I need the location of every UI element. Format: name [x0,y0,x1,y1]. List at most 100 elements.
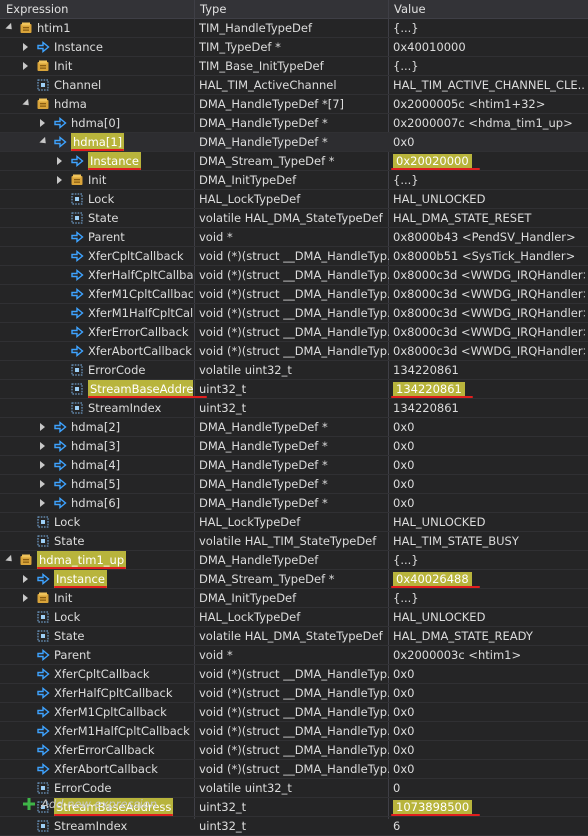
value-cell[interactable]: 0x0 [393,760,585,778]
tree-row[interactable]: Lock HAL_LockTypeDef HAL_UNLOCKED [0,608,588,627]
tree-row[interactable]: XferAbortCallback void (*)(struct __DMA_H… [0,342,588,361]
chevron-right-icon[interactable] [57,176,62,184]
tree-row[interactable]: Init DMA_InitTypeDef {...} [0,589,588,608]
value-cell[interactable]: 6 [393,817,585,835]
add-expression-label[interactable]: Add new expression [41,795,157,813]
tree-row[interactable]: StreamIndex uint32_t 6 [0,817,588,836]
tree-row[interactable]: Lock HAL_LockTypeDef HAL_UNLOCKED [0,190,588,209]
value-cell[interactable]: 0x0 [393,133,585,151]
value-cell[interactable]: HAL_UNLOCKED [393,190,585,208]
tree-row[interactable]: XferM1HalfCpltCall void (*)(struct __DMA_… [0,304,588,323]
tree-row[interactable]: XferM1CpltCallback void (*)(struct __DMA_… [0,285,588,304]
tree-row[interactable]: XferCpltCallback void (*)(struct __DMA_Ha… [0,665,588,684]
chevron-right-icon[interactable] [40,442,45,450]
column-header-type[interactable]: Type [194,0,226,18]
tree-row[interactable]: Init DMA_InitTypeDef {...} [0,171,588,190]
chevron-down-icon[interactable] [22,98,32,109]
tree-row[interactable]: XferM1HalfCpltCallback void (*)(struct __… [0,722,588,741]
chevron-right-icon[interactable] [40,480,45,488]
chevron-right-icon[interactable] [40,499,45,507]
tree-row[interactable]: Instance DMA_Stream_TypeDef * 0x40026488 [0,570,588,589]
tree-row[interactable]: hdma[5] DMA_HandleTypeDef * 0x0 [0,475,588,494]
chevron-right-icon[interactable] [23,43,28,51]
value-cell[interactable]: {...} [393,57,585,75]
value-cell[interactable]: {...} [393,589,585,607]
value-cell[interactable]: {...} [393,171,585,189]
value-cell[interactable]: 0x0 [393,741,585,759]
value-cell[interactable]: 0x0 [393,475,585,493]
value-cell[interactable]: HAL_DMA_STATE_RESET [393,209,585,227]
value-cell[interactable]: 0x8000c3d <WWDG_IRQHandler> [393,285,585,303]
tree-row[interactable]: Init TIM_Base_InitTypeDef {...} [0,57,588,76]
value-cell[interactable]: {...} [393,551,585,569]
chevron-right-icon[interactable] [40,423,45,431]
chevron-right-icon[interactable] [23,575,28,583]
tree-row[interactable]: hdma[6] DMA_HandleTypeDef * 0x0 [0,494,588,513]
tree-row[interactable]: hdma[0] DMA_HandleTypeDef * 0x2000007c <hd… [0,114,588,133]
tree-row[interactable]: Parent void * 0x8000b43 <PendSV_Handler> [0,228,588,247]
tree-row[interactable]: hdma[3] DMA_HandleTypeDef * 0x0 [0,437,588,456]
tree-row[interactable]: Instance DMA_Stream_TypeDef * 0x20020000 [0,152,588,171]
chevron-down-icon[interactable] [5,22,15,33]
value-cell[interactable]: HAL_UNLOCKED [393,608,585,626]
tree-row[interactable]: XferHalfCpltCallback void (*)(struct __DM… [0,684,588,703]
value-cell[interactable]: HAL_TIM_ACTIVE_CHANNEL_CLE... [393,76,585,94]
tree-row[interactable]: htim1 TIM_HandleTypeDef {...} [0,19,588,38]
value-cell[interactable]: 0x0 [393,418,585,436]
value-cell[interactable]: 0x8000b51 <SysTick_Handler> [393,247,585,265]
value-cell[interactable]: 0x8000c3d <WWDG_IRQHandler> [393,323,585,341]
value-cell[interactable]: 0x8000c3d <WWDG_IRQHandler> [393,342,585,360]
value-cell[interactable]: 0x0 [393,437,585,455]
value-cell[interactable]: 0x8000c3d <WWDG_IRQHandler> [393,304,585,322]
tree-row[interactable]: StreamIndex uint32_t 134220861 [0,399,588,418]
tree-row[interactable]: XferErrorCallback void (*)(struct __DMA_H… [0,741,588,760]
value-cell[interactable]: 0x0 [393,703,585,721]
chevron-right-icon[interactable] [40,119,45,127]
column-header-value[interactable]: Value [388,0,426,18]
value-cell[interactable]: HAL_DMA_STATE_READY [393,627,585,645]
tree-row[interactable]: XferAbortCallback void (*)(struct __DMA_H… [0,760,588,779]
value-cell[interactable]: 0x2000007c <hdma_tim1_up> [393,114,585,132]
chevron-down-icon[interactable] [5,554,15,565]
column-header-expression[interactable]: Expression [0,0,68,18]
value-cell[interactable]: HAL_TIM_STATE_BUSY [393,532,585,550]
value-cell[interactable]: {...} [393,19,585,37]
tree-row[interactable]: hdma_tim1_up DMA_HandleTypeDef {...} [0,551,588,570]
chevron-right-icon[interactable] [40,461,45,469]
tree-row[interactable]: ErrorCode volatile uint32_t 134220861 [0,361,588,380]
value-cell[interactable]: HAL_UNLOCKED [393,513,585,531]
value-cell[interactable]: 134220861 [393,361,585,379]
tree-row[interactable]: State volatile HAL_DMA_StateTypeDef HAL_DM… [0,627,588,646]
tree-row[interactable]: State volatile HAL_DMA_StateTypeDef HAL_DM… [0,209,588,228]
value-cell[interactable]: 134220861 [393,399,585,417]
chevron-right-icon[interactable] [23,594,28,602]
value-cell[interactable]: 0x8000c3d <WWDG_IRQHandler> [393,266,585,284]
value-cell[interactable]: 0x2000005c <htim1+32> [393,95,585,113]
value-cell[interactable]: 0x0 [393,665,585,683]
tree-row[interactable]: hdma[2] DMA_HandleTypeDef * 0x0 [0,418,588,437]
tree-row[interactable]: XferM1CpltCallback void (*)(struct __DMA_… [0,703,588,722]
value-cell[interactable]: 0x40010000 [393,38,585,56]
chevron-down-icon[interactable] [39,136,49,147]
value-cell[interactable]: 0x0 [393,456,585,474]
value-cell[interactable]: 0x0 [393,722,585,740]
chevron-right-icon[interactable] [23,62,28,70]
tree-row[interactable]: XferHalfCpltCallbac void (*)(struct __DMA… [0,266,588,285]
tree-row[interactable]: Parent void * 0x2000003c <htim1> [0,646,588,665]
value-cell[interactable]: 0x0 [393,494,585,512]
tree-row[interactable]: Lock HAL_LockTypeDef HAL_UNLOCKED [0,513,588,532]
tree-row[interactable]: Instance TIM_TypeDef * 0x40010000 [0,38,588,57]
tree-row[interactable]: hdma[1] DMA_HandleTypeDef * 0x0 [0,133,588,152]
tree-row[interactable]: XferErrorCallback void (*)(struct __DMA_H… [0,323,588,342]
value-cell[interactable]: 0x0 [393,684,585,702]
value-cell[interactable]: 0x2000003c <htim1> [393,646,585,664]
tree-row[interactable]: StreamBaseAddressuint32_t134220861 [0,380,588,399]
tree-row[interactable]: Channel HAL_TIM_ActiveChannel HAL_TIM_ACTI… [0,76,588,95]
value-cell[interactable]: 0x8000b43 <PendSV_Handler> [393,228,585,246]
tree-row[interactable]: XferCpltCallback void (*)(struct __DMA_Ha… [0,247,588,266]
tree-row[interactable]: hdma DMA_HandleTypeDef *[7] 0x2000005c <ht… [0,95,588,114]
tree-row[interactable]: State volatile HAL_TIM_StateTypeDef HAL_TI… [0,532,588,551]
chevron-right-icon[interactable] [57,157,62,165]
add-expression-row[interactable]: Add new expression [0,795,588,813]
tree-row[interactable]: hdma[4] DMA_HandleTypeDef * 0x0 [0,456,588,475]
